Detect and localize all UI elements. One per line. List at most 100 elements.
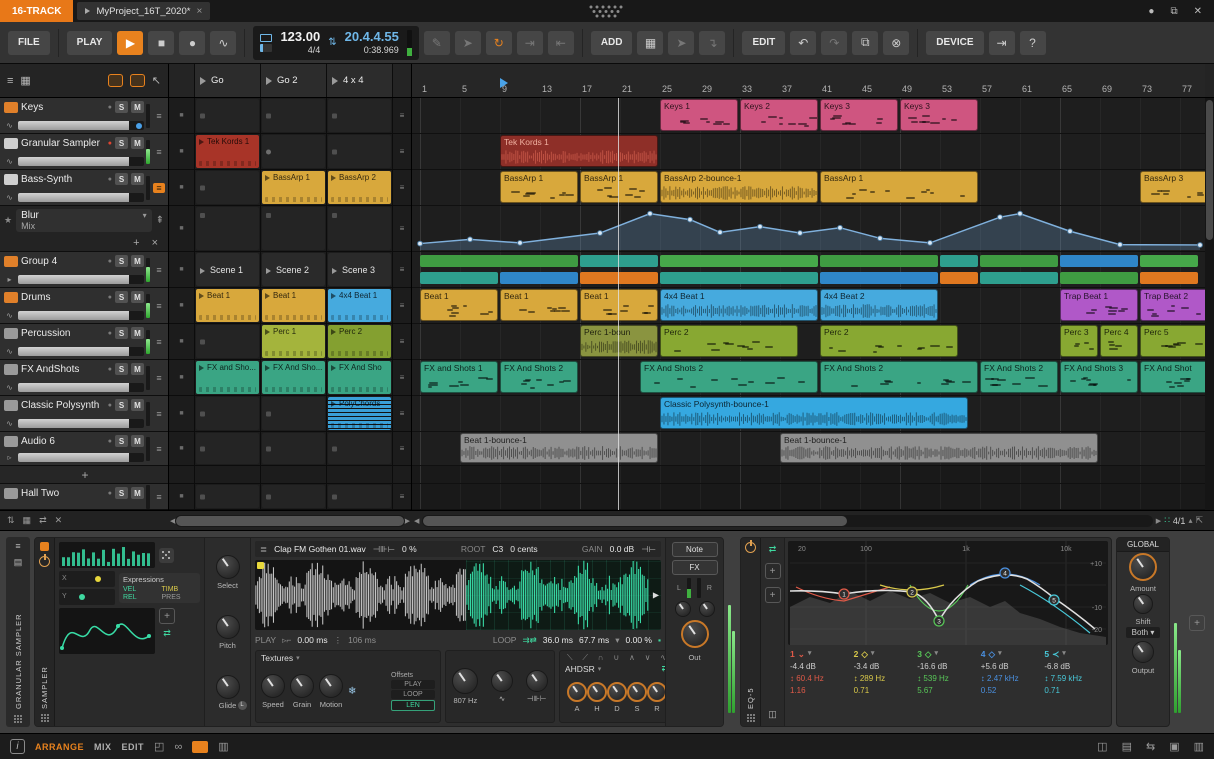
track-header-bass-synth[interactable]: Bass-Synth ● S M ∿ ≡ <box>0 170 168 206</box>
arranger-clip-trap-beat-1[interactable]: Trap Beat 1 <box>1060 289 1138 321</box>
volume-slider[interactable] <box>18 275 144 284</box>
automation-curve[interactable] <box>412 206 1205 251</box>
arranger-clip-fx-and-shots-2[interactable]: FX And Shots 2 <box>500 361 578 393</box>
eq-band-freq-value[interactable]: ↕ 7.59 kHz <box>1044 673 1106 685</box>
eq-band-gain-value[interactable]: -4.4 dB <box>790 661 852 673</box>
loop-start-value[interactable]: 36.0 ms <box>543 635 573 645</box>
mode-dropdown[interactable]: Both ▾ <box>1125 627 1161 638</box>
device-drag-icon[interactable] <box>40 714 49 722</box>
arranger-scroll-left-icon[interactable]: ◀ <box>414 517 419 525</box>
eq-marker-5[interactable]: 5 <box>1052 598 1056 605</box>
mix-view-button[interactable]: MIX <box>94 742 112 752</box>
device-power-icon[interactable] <box>39 556 50 567</box>
filter-shape-lp-icon[interactable]: ⟍ <box>567 653 573 663</box>
jump-icon[interactable]: ↴ <box>699 30 726 55</box>
empty-clip-slot[interactable] <box>328 99 391 132</box>
eq-marker-2[interactable]: 2 <box>910 590 914 597</box>
clip-stop-button[interactable]: ■ <box>169 98 195 133</box>
expression-timb[interactable]: TIMB <box>162 586 197 593</box>
arranger-clip-fx-and-shots-2[interactable]: FX And Shots 2 <box>640 361 818 393</box>
sample-waveform-display[interactable]: ▶ <box>255 560 661 630</box>
insert-device-icon[interactable]: ⇥ <box>988 30 1015 55</box>
empty-clip-slot[interactable] <box>262 135 325 168</box>
activity-dot-icon[interactable]: ● <box>108 366 112 373</box>
clip-slot[interactable]: Beat 1 <box>195 288 261 323</box>
scene-play-icon[interactable] <box>332 76 338 85</box>
eq-band-5[interactable]: 5 ≺ ▾ -6.8 dB ↕ 7.59 kHz 0.71 <box>1044 648 1106 723</box>
eq-band-type-icon[interactable]: ≺ <box>1052 648 1059 661</box>
arranger-clip-bassarp-2-bounce-1[interactable]: BassArp 2-bounce-1 <box>660 171 818 203</box>
freeze-snowflake-icon[interactable]: ❄ <box>348 686 356 697</box>
decay-knob[interactable] <box>607 681 627 702</box>
mixer-panel-icon[interactable]: ▥ <box>218 740 228 753</box>
time-signature[interactable]: 4/4 <box>308 45 321 55</box>
empty-clip-slot[interactable] <box>196 325 259 358</box>
empty-clip-slot[interactable] <box>196 171 259 204</box>
clip-slot[interactable] <box>261 432 327 465</box>
volume-slider[interactable] <box>18 121 144 130</box>
automation-follow-icon[interactable]: ➤ <box>454 30 481 55</box>
track-list-icon[interactable]: ≡ <box>7 75 13 87</box>
arranger-lane-keys[interactable]: Keys 1 Keys 2 Keys 3 Keys 3 <box>412 98 1205 134</box>
mute-button[interactable]: M <box>131 363 144 375</box>
mseg-curve-display[interactable] <box>59 608 155 654</box>
crossfade-icon[interactable]: ⇄ <box>39 515 47 526</box>
amount-knob[interactable] <box>1129 553 1157 581</box>
activity-dot-icon[interactable]: ● <box>108 294 112 301</box>
file-menu-button[interactable]: FILE <box>8 30 50 55</box>
vertical-scrollbar[interactable] <box>1205 64 1214 510</box>
eq-mod-route-icon[interactable]: ⇄ <box>769 544 777 555</box>
zoom-fit-icon[interactable]: ⊣⊢ <box>641 544 656 555</box>
clip-slot[interactable]: BassArp 1 <box>261 170 327 205</box>
offset-len-button[interactable]: LEN <box>391 700 435 711</box>
clip-slot[interactable]: 4x4 Beat 1 <box>327 288 393 323</box>
arranger-scrollbar[interactable] <box>422 514 1153 527</box>
solo-button[interactable]: S <box>115 173 128 185</box>
arranger-clip-perc-2[interactable]: Perc 2 <box>820 325 958 357</box>
solo-button[interactable]: S <box>115 399 128 411</box>
close-file-icon[interactable]: × <box>196 6 202 17</box>
textures-title[interactable]: Textures <box>261 653 293 663</box>
song-position[interactable]: 20.4.4.55 <box>345 29 399 45</box>
volume-slider[interactable] <box>18 311 144 320</box>
arranger-clip-beat-1[interactable]: Beat 1 <box>420 289 498 321</box>
pitch-knob[interactable] <box>215 614 240 639</box>
add-menu-button[interactable]: ADD <box>590 30 633 55</box>
loop-mode-icon[interactable]: ⇉⇄ <box>522 635 536 646</box>
activity-dot-icon[interactable]: ● <box>108 258 112 265</box>
empty-clip-slot[interactable] <box>196 485 259 508</box>
clip-stop-button[interactable]: ■ <box>169 252 195 287</box>
chain-list-icon[interactable]: ≡ <box>15 541 20 551</box>
play-start-marker[interactable] <box>500 78 508 88</box>
help-icon[interactable]: ? <box>1019 30 1046 55</box>
arranger-clip-beat-1-bounce-1[interactable]: Beat 1-bounce-1 <box>780 433 1098 463</box>
eq-band-2[interactable]: 2 ◇ ▾ -3.4 dB ↕ 289 Hz 0.71 <box>854 648 916 723</box>
eq-band-1[interactable]: 1 ⌄ ▾ -4.4 dB ↕ 60.4 Hz 1.16 <box>790 648 852 723</box>
launcher-scroll-right-icon[interactable]: ▶ <box>405 517 410 525</box>
eq-marker-1[interactable]: 1 <box>842 592 846 599</box>
arranger-clip-keys-3[interactable]: Keys 3 <box>820 99 898 131</box>
volume-slider[interactable] <box>18 383 144 392</box>
clip-row-menu-icon[interactable]: ≡ <box>393 98 411 133</box>
track-menu-icon[interactable]: ≡ <box>153 111 165 121</box>
group-scene-cell[interactable]: Scene 1 <box>196 253 259 286</box>
launcher-clip-beat-1[interactable]: Beat 1 <box>262 289 325 322</box>
play-length-value[interactable]: 106 ms <box>348 635 376 645</box>
arranger-lane-percussion[interactable]: Perc 1-boun Perc 2 Perc 2 Perc 3 Perc 4 Perc … <box>412 324 1205 360</box>
eq-drag-icon[interactable] <box>746 714 755 722</box>
add-device-button[interactable]: + <box>1189 615 1205 631</box>
automation-pin-icon[interactable]: ⇞ <box>156 215 164 226</box>
launcher-scroll-thumb[interactable] <box>176 515 404 526</box>
clip-slot[interactable] <box>327 206 393 251</box>
edit-view-button[interactable]: EDIT <box>122 742 145 752</box>
arranger-clip-keys-1[interactable]: Keys 1 <box>660 99 738 131</box>
launcher-clip-perc-2[interactable]: Perc 2 <box>328 325 391 358</box>
eq-band-freq-value[interactable]: ↕ 2.47 kHz <box>981 673 1043 685</box>
arranger-lane-group-4[interactable] <box>412 252 1205 288</box>
activity-dot-icon[interactable]: ● <box>108 176 112 183</box>
clip-slot[interactable] <box>195 206 261 251</box>
delete-icon[interactable]: ⊗ <box>883 30 910 55</box>
launcher-clip-bassarp-2[interactable]: BassArp 2 <box>328 171 391 204</box>
scene-4x4[interactable]: 4 x 4 <box>327 64 393 97</box>
device-menu-button[interactable]: DEVICE <box>926 30 984 55</box>
